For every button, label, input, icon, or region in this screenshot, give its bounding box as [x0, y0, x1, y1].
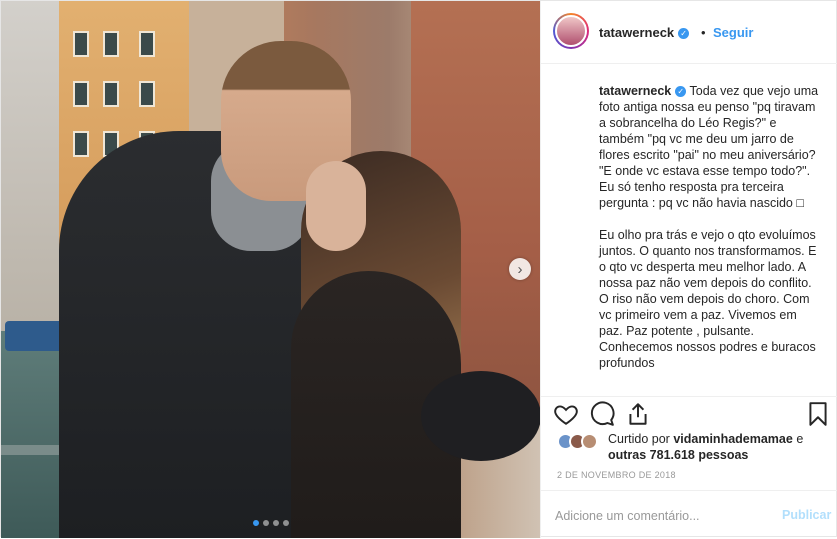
carousel-dots — [253, 520, 289, 526]
window — [73, 31, 89, 57]
avatar-ring[interactable] — [553, 13, 589, 49]
caption-area: tatawerneck ✓ Toda vez que vejo uma foto … — [541, 63, 837, 396]
bookmark-icon[interactable] — [805, 401, 831, 427]
carousel-dot — [273, 520, 279, 526]
chevron-right-icon: › — [517, 260, 523, 278]
likes-prefix: Curtido por — [608, 432, 670, 446]
caption-username[interactable]: tatawerneck — [599, 84, 671, 98]
likes-section: Curtido por vidaminhademamae e outras 78… — [541, 431, 837, 467]
carousel-next-button[interactable]: › — [509, 258, 531, 280]
carousel-dot — [253, 520, 259, 526]
post-photo[interactable]: › — [1, 1, 540, 538]
comment-icon[interactable] — [589, 401, 615, 427]
window — [103, 81, 119, 107]
likes-user-link[interactable]: vidaminhademamae — [673, 432, 793, 446]
hat — [421, 371, 540, 461]
share-icon[interactable] — [625, 401, 651, 427]
post-date[interactable]: 2 DE NOVEMBRO DE 2018 — [557, 470, 676, 480]
instagram-post: › tatawerneck ✓ • Seguir tatawerneck ✓ Tod… — [0, 0, 837, 538]
publish-button[interactable]: Publicar — [782, 508, 831, 522]
window — [73, 81, 89, 107]
liker-avatars — [557, 433, 607, 453]
verified-icon: ✓ — [678, 28, 690, 40]
window — [73, 131, 89, 157]
likes-and: e — [796, 432, 804, 446]
header-username[interactable]: tatawerneck ✓ — [599, 25, 690, 40]
post-sidebar: tatawerneck ✓ • Seguir tatawerneck ✓ Toda … — [540, 1, 837, 538]
window — [103, 31, 119, 57]
separator-dot: • — [701, 25, 706, 40]
carousel-dot — [263, 520, 269, 526]
likes-text: Curtido por vidaminhademamae e outras 78… — [608, 431, 833, 463]
caption-text: tatawerneck ✓ Toda vez que vejo uma foto … — [599, 83, 821, 387]
username-text[interactable]: tatawerneck — [599, 25, 674, 40]
likes-others-link[interactable]: outras 781.618 pessoas — [608, 448, 748, 462]
caption-paragraph-2: Eu olho pra trás e vejo o qto evoluímos … — [599, 228, 820, 370]
boat — [5, 321, 67, 351]
verified-icon: ✓ — [675, 86, 687, 98]
follow-button[interactable]: Seguir — [713, 25, 753, 40]
post-header: tatawerneck ✓ • Seguir — [541, 1, 837, 64]
comment-input[interactable] — [555, 507, 755, 525]
avatar[interactable] — [555, 15, 587, 47]
caption-body-1: Toda vez que vejo uma foto antiga nossa … — [599, 84, 822, 210]
window — [139, 81, 155, 107]
window — [139, 31, 155, 57]
comment-bar: Publicar — [541, 490, 837, 539]
caption-paragraph-1: tatawerneck ✓ Toda vez que vejo uma foto … — [599, 83, 821, 211]
avatar[interactable] — [581, 433, 598, 450]
woman-face — [306, 161, 366, 251]
building-left — [1, 1, 61, 331]
heart-icon[interactable] — [553, 401, 579, 427]
carousel-dot — [283, 520, 289, 526]
action-bar — [541, 396, 837, 433]
